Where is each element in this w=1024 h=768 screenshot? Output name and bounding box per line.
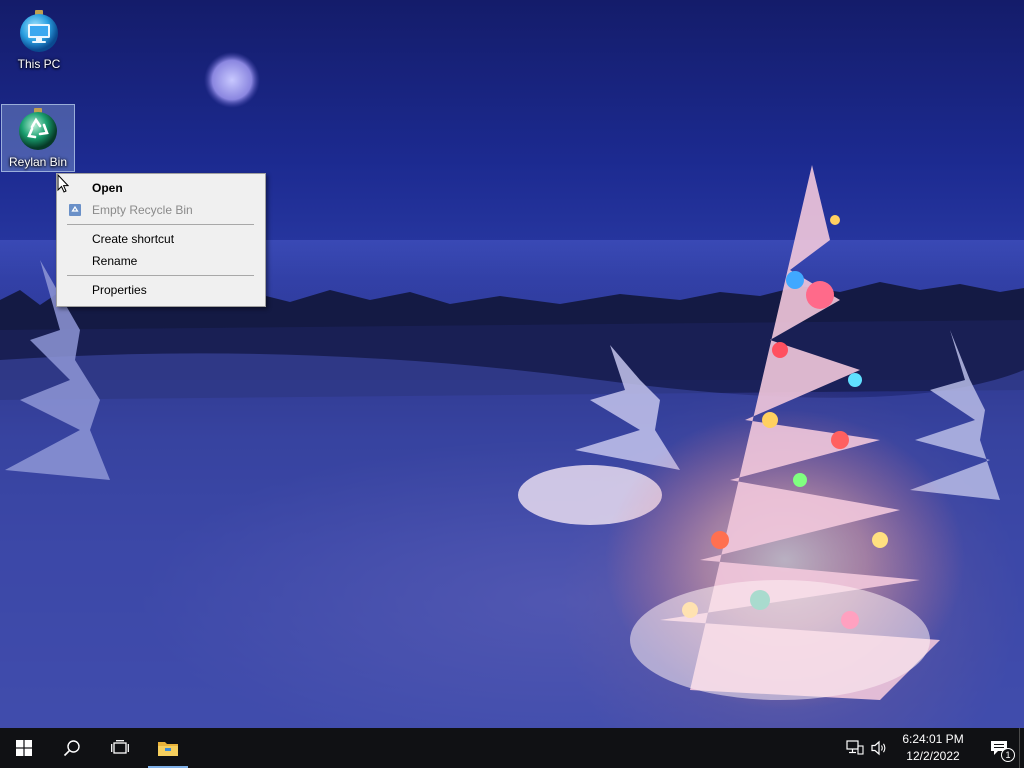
context-menu: Open Empty Recycle Bin Create shortcut R… [56,173,266,307]
recycle-bin-icon [69,204,81,216]
search-icon [63,740,80,757]
action-center-button[interactable]: 1 [979,728,1019,768]
menu-item-properties[interactable]: Properties [59,279,263,301]
menu-item-empty-recycle-bin: Empty Recycle Bin [59,199,263,221]
windows-logo-icon [16,740,32,756]
desktop-icon-this-pc[interactable]: This PC [2,6,76,74]
search-button[interactable] [48,728,96,768]
taskbar: 6:24:01 PM 12/2/2022 1 [0,728,1024,768]
desktop-icon-recycle-bin[interactable]: Reylan Bin [1,104,75,172]
show-desktop-button[interactable] [1019,728,1024,768]
menu-item-rename[interactable]: Rename [59,250,263,272]
monitor-ornament-icon [20,10,58,52]
task-view-icon [111,740,129,754]
desktop-icon-label: Reylan Bin [8,155,68,169]
menu-item-open[interactable]: Open [59,177,263,199]
clock-date: 12/2/2022 [906,749,960,763]
desktop-icon-label: This PC [17,57,61,71]
start-button[interactable] [0,728,48,768]
folder-icon [158,742,178,756]
menu-item-label: Empty Recycle Bin [92,203,193,217]
clock[interactable]: 6:24:01 PM 12/2/2022 [897,728,969,768]
menu-separator [59,221,263,228]
system-tray: 6:24:01 PM 12/2/2022 1 [843,728,1024,768]
network-icon [846,740,864,755]
volume-icon [871,740,886,756]
notification-count-badge: 1 [1001,748,1015,762]
menu-separator [59,272,263,279]
desktop-wallpaper [0,0,1024,728]
network-button[interactable] [843,728,867,768]
recycle-ornament-icon [19,108,57,150]
menu-item-create-shortcut[interactable]: Create shortcut [59,228,263,250]
volume-button[interactable] [867,728,891,768]
file-explorer-button[interactable] [144,728,192,768]
clock-time: 6:24:01 PM [902,732,964,746]
mouse-cursor-icon [57,174,69,193]
task-view-button[interactable] [96,728,144,768]
